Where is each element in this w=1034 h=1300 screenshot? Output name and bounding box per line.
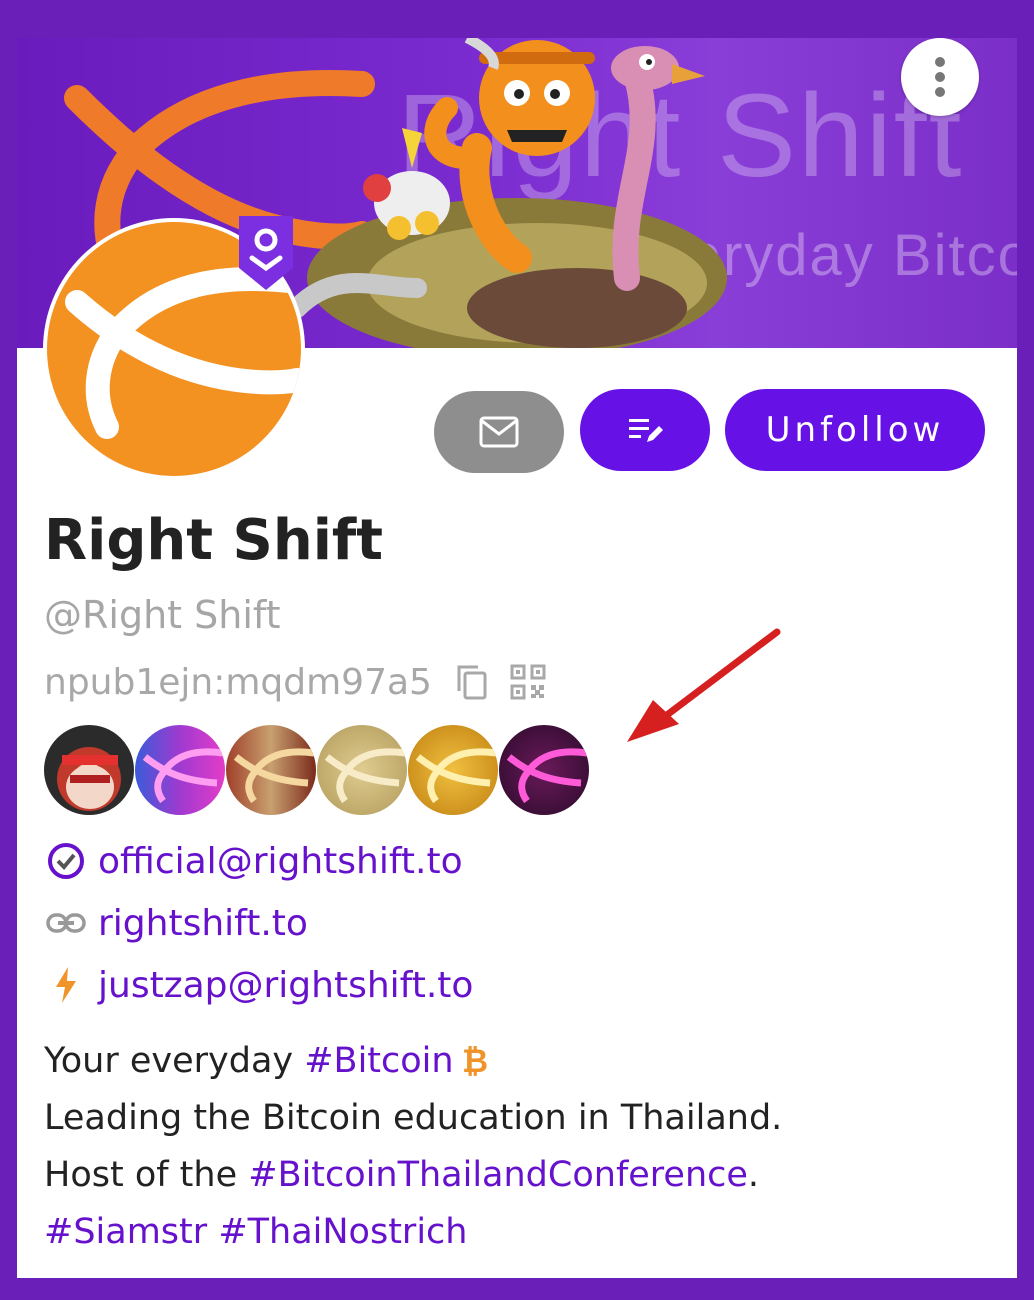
- profile-bio: Your everyday #Bitcoin ₿ Leading the Bit…: [44, 1033, 782, 1261]
- hashtag-bitcointhailandconference[interactable]: #BitcoinThailandConference: [248, 1155, 748, 1195]
- lightning-icon: [56, 967, 76, 1003]
- lightning-address-link[interactable]: justzap@rightshift.to: [98, 965, 473, 1006]
- annotation-arrow: [627, 628, 781, 742]
- profile-card: Right Shift Everyday Bitcoin: [17, 38, 1017, 1278]
- badge-item[interactable]: [498, 724, 590, 816]
- copy-npub-button[interactable]: [454, 663, 488, 701]
- profile-actions: Unfollow: [17, 389, 1017, 473]
- nip05-link[interactable]: official@rightshift.to: [98, 841, 463, 882]
- message-button[interactable]: [434, 391, 564, 473]
- lightning-row: justzap@rightshift.to: [44, 960, 473, 1010]
- bio-line-2: Leading the Bitcoin education in Thailan…: [44, 1098, 783, 1138]
- badge-item[interactable]: [407, 724, 499, 816]
- website-link[interactable]: rightshift.to: [98, 903, 308, 944]
- verified-shield-badge-icon: [239, 216, 293, 290]
- edit-list-icon: [629, 419, 663, 442]
- bio-line-4: #Siamstr #ThaiNostrich: [44, 1204, 782, 1261]
- badge-item[interactable]: [225, 724, 317, 816]
- website-row: rightshift.to: [44, 898, 308, 948]
- mail-icon: [479, 416, 519, 448]
- nip05-row: official@rightshift.to: [44, 836, 463, 886]
- qr-code-icon: [510, 664, 546, 700]
- svg-text:₿: ₿: [462, 1042, 488, 1076]
- link-icon: [46, 913, 86, 933]
- badge-item[interactable]: [316, 724, 408, 816]
- unfollow-button[interactable]: Unfollow: [725, 389, 985, 471]
- npub-key: npub1ejn:mqdm97a5: [44, 661, 432, 703]
- qr-code-button[interactable]: [510, 664, 546, 700]
- more-vertical-icon: [935, 57, 945, 97]
- more-options-button[interactable]: [901, 38, 979, 116]
- hashtag-bitcoin[interactable]: #Bitcoin: [304, 1041, 453, 1081]
- username-handle: @Right Shift: [44, 593, 281, 637]
- copy-icon: [457, 665, 487, 700]
- npub-row: npub1ejn:mqdm97a5: [44, 658, 546, 706]
- bio-line-3: Host of the #BitcoinThailandConference.: [44, 1155, 760, 1195]
- verified-check-icon: [48, 843, 84, 879]
- badge-item[interactable]: [43, 724, 135, 816]
- display-name: Right Shift: [44, 508, 384, 573]
- hashtag-thainostrich[interactable]: #ThaiNostrich: [218, 1212, 467, 1252]
- hashtag-siamstr[interactable]: #Siamstr: [44, 1212, 207, 1252]
- badge-item[interactable]: [134, 724, 226, 816]
- edit-list-button[interactable]: [580, 389, 710, 471]
- bitcoin-icon: ₿: [462, 1042, 488, 1080]
- bio-line-1: Your everyday #Bitcoin ₿: [44, 1041, 488, 1081]
